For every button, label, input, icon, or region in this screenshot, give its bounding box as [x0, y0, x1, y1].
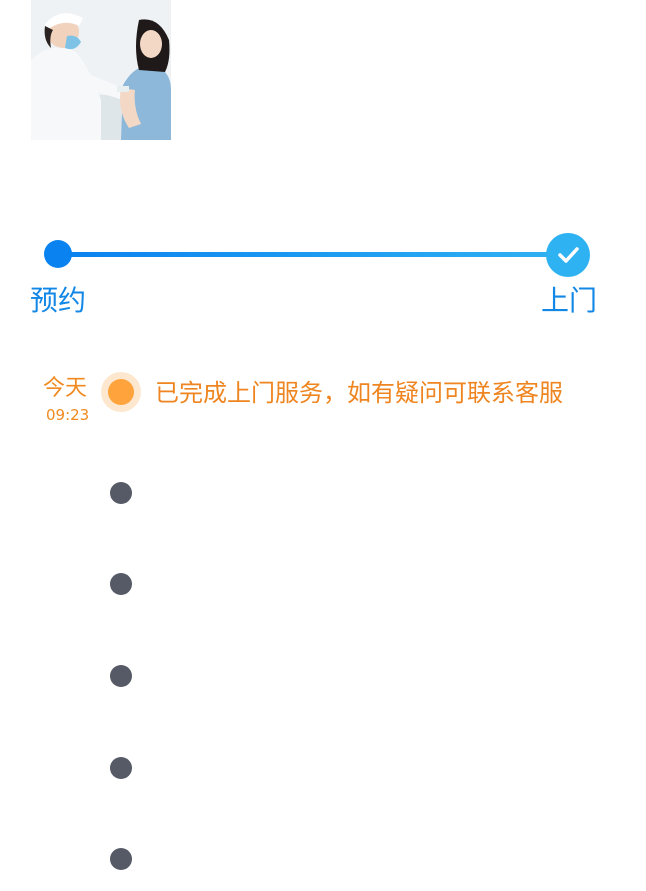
- checkmark-icon: [558, 247, 579, 263]
- timeline-pending-dot: [110, 757, 132, 779]
- progress-start-label: 预约: [30, 284, 87, 317]
- timeline-pending-dot: [110, 482, 132, 504]
- timeline-message: 已完成上门服务，如有疑问可联系客服: [155, 379, 563, 407]
- timeline-current-dot: [108, 379, 134, 405]
- service-photo: [31, 0, 171, 140]
- timeline-pending-dot: [110, 848, 132, 870]
- timeline-pending-dot: [110, 665, 132, 687]
- service-progress: 预约 上门: [0, 225, 646, 325]
- status-timeline: 今天 09:23 已完成上门服务，如有疑问可联系客服: [0, 360, 646, 880]
- timeline-time: 09:23: [46, 406, 90, 424]
- timeline-pending-dot: [110, 573, 132, 595]
- progress-end-dot: [546, 233, 590, 277]
- progress-end-label: 上门: [541, 284, 598, 317]
- progress-start-dot: [44, 240, 72, 268]
- timeline-entry-current: 今天 09:23 已完成上门服务，如有疑问可联系客服: [0, 372, 646, 432]
- timeline-day: 今天: [43, 376, 88, 401]
- progress-track: [58, 252, 568, 257]
